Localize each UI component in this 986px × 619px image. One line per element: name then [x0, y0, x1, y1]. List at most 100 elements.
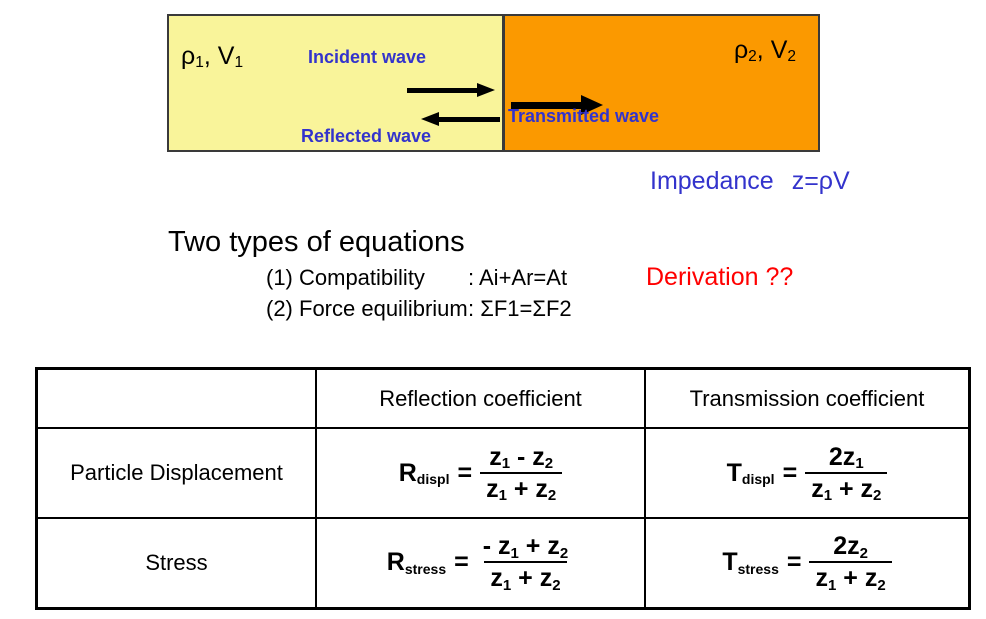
formula-r-displ: Rdispl = z1 - z2 z1 + z2 — [398, 442, 563, 505]
cell-transmission-stress: Tstress = 2z2 z1 + z2 — [644, 517, 971, 609]
impedance-formula: z=ρV — [791, 167, 850, 195]
term-subscript: 1 — [501, 455, 511, 473]
formula-t-displ: Tdispl = 2z1 z1 + z2 — [727, 442, 888, 505]
formula-lhs: Tdispl — [727, 460, 775, 487]
medium-2-region: ρ2, V2 Transmitted wave — [502, 16, 818, 150]
equals-sign: = — [457, 458, 473, 487]
v1-symbol: , V — [203, 42, 235, 70]
term: z — [490, 564, 503, 593]
table-header-row: Reflection coefficient Transmission coef… — [35, 367, 971, 429]
operator: + — [518, 532, 548, 561]
equation-row: (1) Compatibility : Ai+Ar=At Derivation … — [168, 263, 793, 292]
row-label-particle-displacement: Particle Displacement — [35, 427, 317, 519]
formula-subscript: displ — [741, 471, 775, 487]
formula-symbol: T — [722, 548, 738, 577]
medium-1-properties-label: ρ1, V1 — [181, 42, 243, 71]
formula-r-stress: Rstress = - z1 + z2 z1 + z2 — [386, 534, 574, 594]
formula-lhs: Tstress — [722, 548, 779, 577]
term: z — [489, 442, 502, 471]
fraction-numerator: z1 - z2 — [483, 442, 559, 473]
rho2-symbol: ρ — [733, 36, 749, 64]
row-label-stress: Stress — [35, 517, 317, 609]
v2-subscript: 2 — [787, 48, 796, 66]
cell-transmission-displacement: Tdispl = 2z1 z1 + z2 — [644, 427, 971, 519]
term-subscript: 1 — [498, 487, 507, 505]
derivation-note: Derivation ?? — [646, 263, 794, 291]
table-header-reflection: Reflection coefficient — [315, 367, 646, 429]
formula-lhs: Rstress — [386, 548, 447, 577]
rho1-symbol: ρ — [181, 42, 196, 70]
arrow-shaft — [436, 117, 500, 122]
table-row: Particle Displacement Rdispl = z1 - z2 z… — [35, 427, 971, 519]
formula-t-stress: Tstress = 2z2 z1 + z2 — [722, 534, 892, 594]
equations-section: Two types of equations (1) Compatibility… — [168, 226, 793, 322]
term: z — [811, 474, 824, 503]
term: 2z — [828, 442, 856, 471]
term: z — [815, 564, 828, 593]
term: z — [535, 474, 548, 503]
table-header-transmission: Transmission coefficient — [644, 367, 971, 429]
term: z — [486, 474, 499, 503]
term-subscript: 1 — [823, 487, 833, 505]
fraction-denominator: z1 + z2 — [809, 561, 892, 594]
term-subscript: 2 — [552, 576, 561, 594]
medium-1-region: ρ1, V1 Incident wave Reflected wave — [169, 16, 502, 150]
term: z — [532, 442, 545, 471]
fraction-denominator: z1 + z2 — [805, 471, 888, 505]
impedance-label: Impedance — [650, 167, 774, 195]
term: z — [539, 564, 553, 593]
fraction-numerator: 2z2 — [827, 534, 874, 561]
term-subscript: 2 — [859, 544, 868, 562]
wave-interface-diagram: ρ1, V1 Incident wave Reflected wave ρ2, … — [167, 14, 820, 152]
formula-subscript: displ — [416, 471, 450, 487]
term-subscript: 2 — [559, 544, 569, 562]
arrow-head — [421, 112, 439, 126]
fraction: 2z2 z1 + z2 — [809, 534, 892, 594]
operator: + — [832, 474, 861, 503]
fraction-numerator: 2z1 — [823, 442, 870, 473]
equation-row: (2) Force equilibrium : ΣF1=ΣF2 — [168, 296, 793, 322]
term-subscript: 2 — [877, 576, 886, 594]
equals-sign: = — [454, 548, 469, 577]
fraction: z1 - z2 z1 + z2 — [480, 442, 563, 505]
term-subscript: 2 — [544, 455, 554, 473]
term-subscript: 1 — [510, 544, 519, 562]
v2-symbol: , V — [756, 36, 788, 64]
impedance-definition: Impedance z=ρV — [650, 167, 850, 196]
formula-lhs: Rdispl — [398, 458, 450, 487]
equation-name: (2) Force equilibrium — [266, 296, 468, 321]
table-header-corner — [35, 367, 317, 429]
rho1-subscript: 1 — [195, 54, 204, 72]
operator: + — [506, 474, 536, 503]
equation-name: (1) Compatibility — [266, 265, 425, 290]
term: - z — [482, 532, 511, 561]
fraction-numerator: - z1 + z2 — [477, 534, 574, 561]
equation-expression: : ΣF1=ΣF2 — [468, 296, 572, 321]
formula-subscript: stress — [404, 560, 447, 577]
v1-subscript: 1 — [234, 54, 244, 72]
equals-sign: = — [786, 548, 802, 577]
term-subscript: 1 — [855, 455, 864, 473]
formula-symbol: R — [398, 458, 417, 487]
cell-reflection-stress: Rstress = - z1 + z2 z1 + z2 — [315, 517, 646, 609]
fraction: - z1 + z2 z1 + z2 — [477, 534, 574, 594]
fraction-denominator: z1 + z2 — [484, 561, 567, 594]
cell-reflection-displacement: Rdispl = z1 - z2 z1 + z2 — [315, 427, 646, 519]
reflected-wave-label: Reflected wave — [301, 126, 432, 146]
equals-sign: = — [782, 458, 798, 487]
equations-title: Two types of equations — [168, 226, 465, 258]
table-row: Stress Rstress = - z1 + z2 z1 + z2 Tstre… — [35, 517, 971, 609]
formula-symbol: R — [386, 548, 405, 577]
rho2-subscript: 2 — [748, 48, 757, 66]
equation-expression: : Ai+Ar=At — [468, 265, 568, 290]
term: z — [860, 474, 874, 503]
operator: + — [511, 564, 540, 593]
medium-2-properties-label: ρ2, V2 — [734, 36, 796, 65]
term: 2z — [833, 532, 860, 561]
arrow-head — [477, 83, 495, 97]
coefficients-table: Reflection coefficient Transmission coef… — [35, 367, 971, 610]
term-subscript: 1 — [827, 576, 837, 594]
term-subscript: 1 — [502, 576, 512, 594]
term-subscript: 2 — [547, 487, 557, 505]
term: z — [547, 532, 560, 561]
